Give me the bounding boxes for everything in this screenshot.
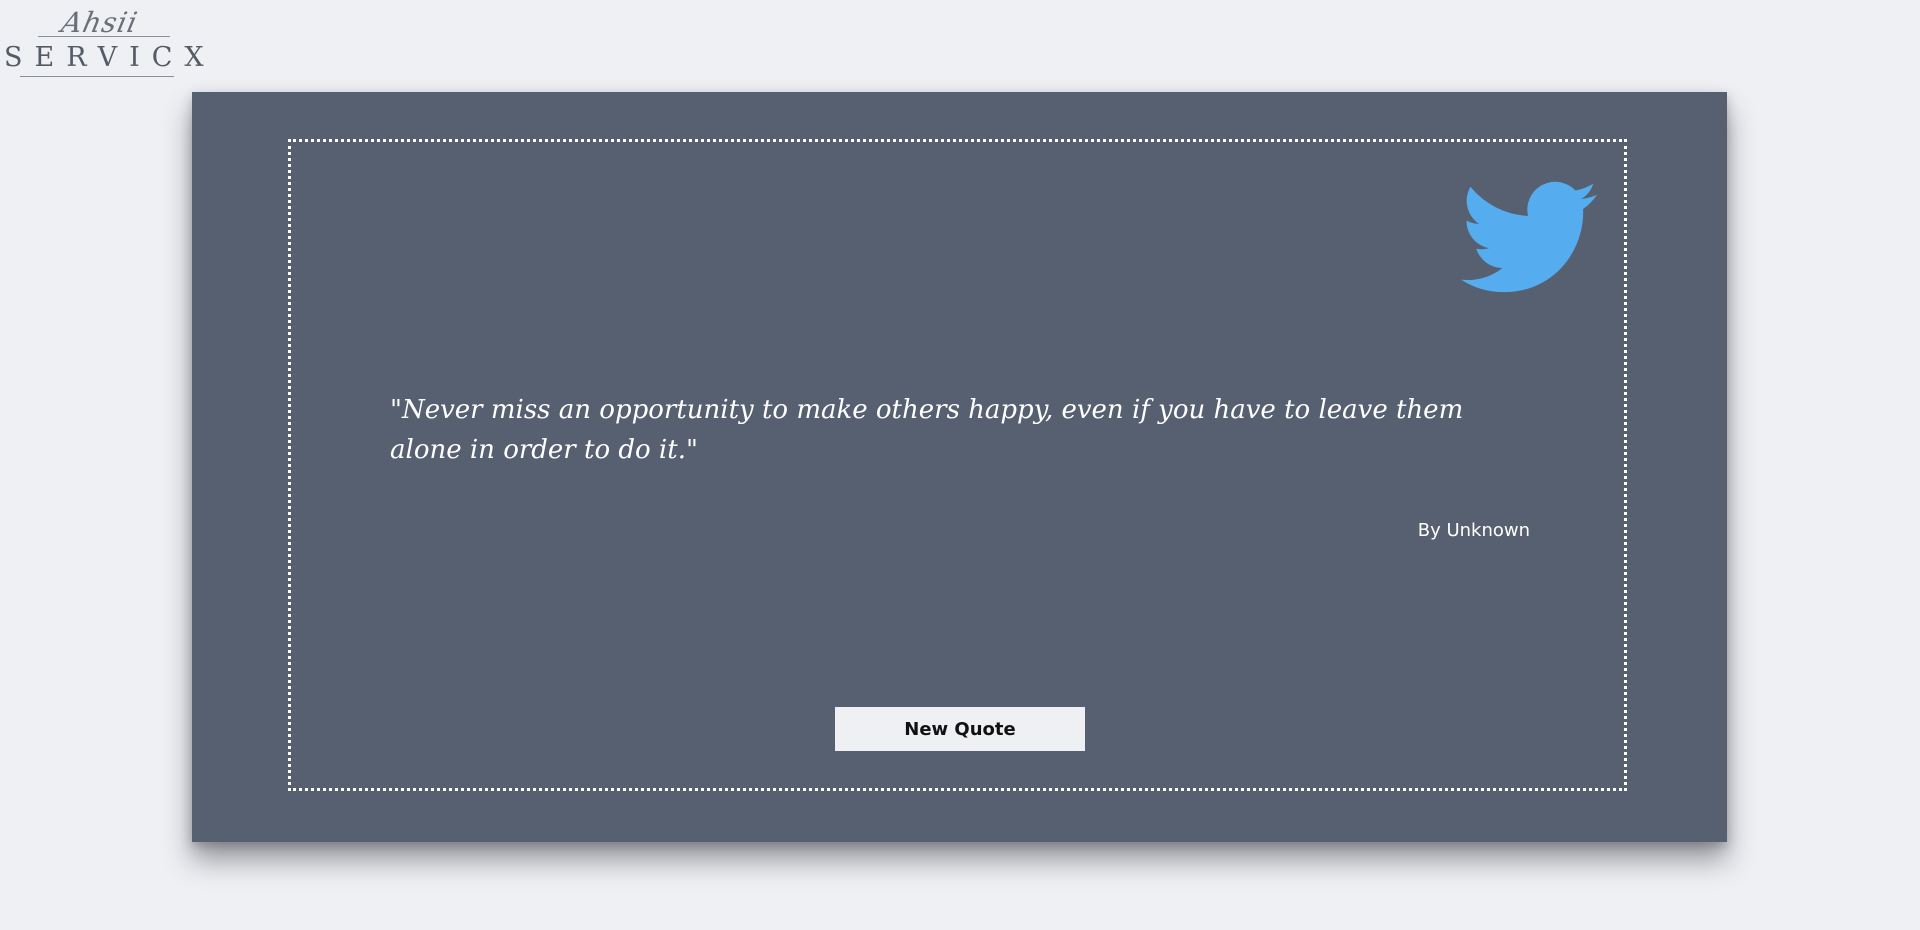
tweet-button[interactable] bbox=[1461, 180, 1597, 296]
brand-logo: Ahsii SERVICX bbox=[4, 6, 204, 80]
twitter-bird-icon bbox=[1461, 180, 1597, 296]
quote-author: By Unknown bbox=[1417, 520, 1530, 541]
quote-text: "Never miss an opportunity to make other… bbox=[390, 395, 1464, 465]
new-quote-button[interactable]: New Quote bbox=[835, 707, 1085, 751]
logo-wordmark: SERVICX bbox=[4, 42, 216, 73]
logo-divider-top bbox=[38, 36, 170, 37]
logo-divider-bottom bbox=[20, 76, 174, 77]
logo-script-text: Ahsii bbox=[58, 6, 142, 39]
